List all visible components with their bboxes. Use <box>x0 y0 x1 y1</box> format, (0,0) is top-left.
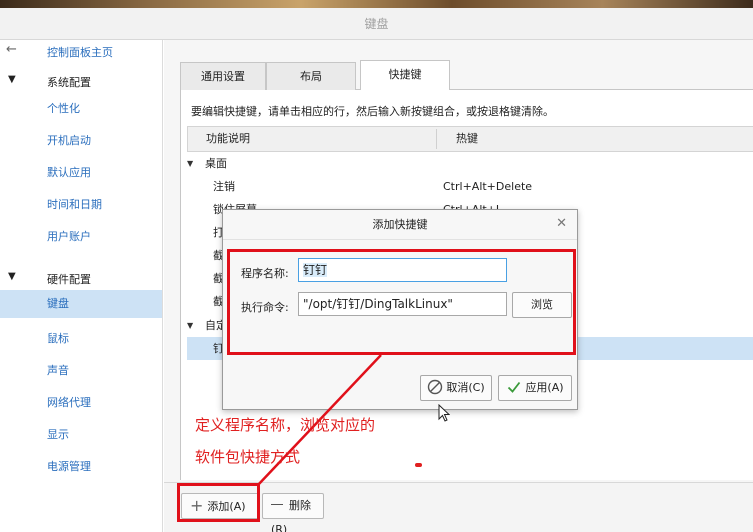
annotation-text-line2: 软件包快捷方式 <box>195 448 301 466</box>
mouse-cursor-icon <box>438 404 450 422</box>
annotation-text-line1: 定义程序名称，浏览对应的 <box>195 416 376 434</box>
annotation-dot <box>415 463 422 467</box>
annotation-arrow-line <box>257 354 382 486</box>
